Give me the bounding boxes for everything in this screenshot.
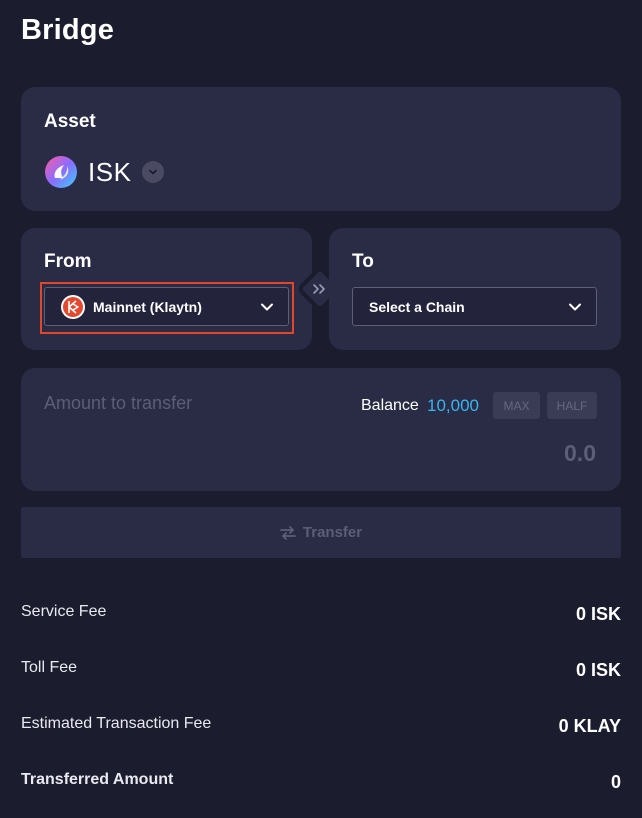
asset-selector[interactable]: ISK <box>44 153 165 191</box>
half-button[interactable]: HALF <box>547 392 597 419</box>
fee-row-toll: Toll Fee 0 ISK <box>21 659 621 683</box>
max-button[interactable]: MAX <box>493 392 540 419</box>
fee-label: Transferred Amount <box>21 771 174 788</box>
to-chain-label: Select a Chain <box>369 298 465 315</box>
to-chain-select[interactable]: Select a Chain <box>352 287 597 326</box>
fee-row-estimated-transaction: Estimated Transaction Fee 0 KLAY <box>21 715 621 739</box>
page-title: Bridge <box>21 14 115 46</box>
chevron-down-icon <box>569 303 581 310</box>
amount-value: 0.0 <box>564 440 596 466</box>
to-card: To Select a Chain <box>329 228 621 350</box>
fee-value: 0 ISK <box>575 660 621 680</box>
amount-input[interactable] <box>44 393 294 414</box>
asset-symbol: ISK <box>88 156 132 187</box>
asset-label: Asset <box>44 111 96 132</box>
fee-label: Estimated Transaction Fee <box>21 715 212 732</box>
transfer-button-label: Transfer <box>302 524 363 541</box>
swap-arrows-icon <box>279 525 296 540</box>
balance-value: 10,000 <box>427 396 479 415</box>
klaytn-logo-icon <box>61 294 85 319</box>
fee-row-service: Service Fee 0 ISK <box>21 603 621 627</box>
fee-value: 0 ISK <box>575 604 621 624</box>
bridge-page: Bridge Asset ISK From Mainnet (Klaytn) T… <box>0 0 642 818</box>
isk-token-logo-icon <box>45 156 77 188</box>
asset-card: Asset ISK <box>21 87 621 211</box>
balance-label: Balance <box>361 397 419 414</box>
fee-row-transferred-amount: Transferred Amount 0 <box>21 771 621 795</box>
fee-label: Service Fee <box>21 603 107 620</box>
chevron-down-icon <box>261 303 273 310</box>
from-label: From <box>44 251 92 272</box>
fee-label: Toll Fee <box>21 659 78 676</box>
amount-card: Balance 10,000 MAX HALF 0.0 <box>21 368 621 491</box>
transfer-button[interactable]: Transfer <box>21 507 621 558</box>
chevron-down-icon[interactable] <box>142 161 165 183</box>
from-chain-select[interactable]: Mainnet (Klaytn) <box>44 287 289 326</box>
from-chain-label: Mainnet (Klaytn) <box>93 298 202 315</box>
from-card: From Mainnet (Klaytn) <box>21 228 312 350</box>
fee-value: 0 KLAY <box>558 716 621 736</box>
fee-value: 0 <box>610 772 621 792</box>
to-label: To <box>352 251 374 272</box>
